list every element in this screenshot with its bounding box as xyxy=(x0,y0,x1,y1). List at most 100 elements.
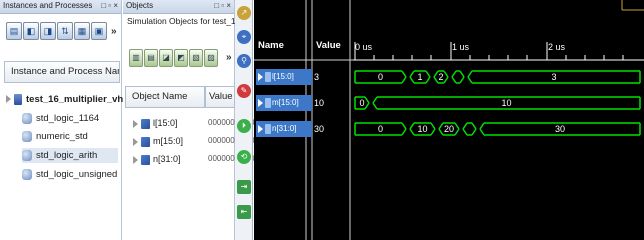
signal-row[interactable]: n[31:0] 30 xyxy=(254,119,352,139)
signal-value: 30 xyxy=(314,124,325,134)
instances-panel: Instances and Processes □ ▫ × ▤ ◧ ◨ ⇅ ▦ … xyxy=(0,0,129,240)
wave-segment-label: 3 xyxy=(551,72,556,82)
signal-name[interactable]: n[31:0] xyxy=(256,121,312,137)
output-icon[interactable]: ◩ xyxy=(174,49,188,67)
wave-segment-label: 10 xyxy=(501,98,511,108)
tree-item-label: std_logic_arith xyxy=(36,150,98,161)
expand-arrow-icon[interactable] xyxy=(133,137,138,146)
signal-icon xyxy=(265,124,271,134)
run-icon[interactable]: ⏵ xyxy=(237,119,251,133)
pointer-icon[interactable]: ↗ xyxy=(237,6,251,20)
instances-column-header[interactable]: Instance and Process Name xyxy=(4,61,120,83)
tree-item-label: std_logic_1164 xyxy=(36,113,100,124)
objects-window-controls[interactable]: □ ▫ × xyxy=(214,0,231,12)
constant-icon[interactable]: ▨ xyxy=(204,49,218,67)
tree-item-label: numeric_std xyxy=(36,131,88,142)
objects-subtitle: Simulation Objects for test_16_... xyxy=(127,16,253,26)
signal-icon xyxy=(141,118,150,129)
expand-arrow-icon[interactable] xyxy=(6,95,11,104)
wave-segment-label: 20 xyxy=(444,124,454,134)
instances-panel-title: Instances and Processes □ ▫ × xyxy=(0,0,121,14)
signal-icon xyxy=(265,98,271,108)
wave-segment-label: 2 xyxy=(438,72,443,82)
object-row[interactable]: m[15:0] 0000000000001010 xyxy=(123,133,279,149)
internal-icon[interactable]: ▧ xyxy=(189,49,203,67)
time-label: 0 us xyxy=(355,42,373,52)
object-name-header[interactable]: Object Name xyxy=(125,86,205,108)
wave-segment xyxy=(451,70,465,84)
input-icon[interactable]: ◪ xyxy=(159,49,173,67)
signal-filter-icon[interactable]: ▤ xyxy=(144,49,158,67)
objects-title-text: Objects xyxy=(126,1,154,10)
signal-row[interactable]: l[15:0] 3 xyxy=(254,67,352,87)
filter-icon[interactable]: ◨ xyxy=(40,22,56,40)
signal-name-text: m[15:0] xyxy=(272,98,299,107)
sort-icon[interactable]: ⇅ xyxy=(57,22,73,40)
wave-segment-label: 10 xyxy=(417,124,427,134)
signal-row[interactable]: m[15:0] 10 xyxy=(254,93,352,113)
instances-title-text: Instances and Processes xyxy=(3,1,93,10)
wave-name-header: Name xyxy=(258,40,284,51)
add-wave-icon[interactable]: ▥ xyxy=(129,49,143,67)
package-icon xyxy=(22,168,32,180)
tree-item-top[interactable]: test_16_multiplier_vhd xyxy=(6,92,129,107)
tree-item-label: test_16_multiplier_vhd xyxy=(26,94,129,105)
expand-arrow-icon[interactable] xyxy=(258,73,263,81)
time-label: 1 us xyxy=(452,42,470,52)
objects-panel-title: Objects □ ▫ × xyxy=(123,0,234,14)
object-name: n[31:0] xyxy=(153,154,181,164)
objects-toolbar: ▥ ▤ ◪ ◩ ▧ ▨ xyxy=(129,49,218,71)
tree-item[interactable]: std_logic_unsigned xyxy=(22,167,117,182)
package-icon xyxy=(22,149,32,161)
wave-segment-label: 1 xyxy=(417,72,422,82)
package-icon xyxy=(22,130,32,142)
expand-arrow-icon[interactable] xyxy=(258,99,263,107)
object-value-header[interactable]: Value xyxy=(205,86,235,108)
signal-icon xyxy=(141,136,150,147)
expand-arrow-icon[interactable] xyxy=(133,155,138,164)
view-icon[interactable]: ▤ xyxy=(6,22,22,40)
time-label: 2 us xyxy=(548,42,566,52)
object-row[interactable]: n[31:0] 00000000000000000000000000011110 xyxy=(123,151,349,167)
rtl-icon[interactable]: ▦ xyxy=(74,22,90,40)
tree-item-label: std_logic_unsigned xyxy=(36,169,118,180)
instances-window-controls[interactable]: □ ▫ × xyxy=(101,0,118,12)
instances-overflow-icon[interactable]: » xyxy=(111,26,117,37)
wave-value-header: Value xyxy=(316,40,341,51)
cursor-icon[interactable]: ✎ xyxy=(237,84,251,98)
wave-segment-label: 0 xyxy=(359,98,364,108)
waveform-viewer: 0 1 2 3 0 10 0 10 20 30 Name Value 0 us 1 us 2 us… xyxy=(254,0,644,240)
expand-icon[interactable]: ◧ xyxy=(23,22,39,40)
object-name: l[15:0] xyxy=(153,118,178,128)
tree-item-selected[interactable]: std_logic_arith xyxy=(22,148,118,163)
restart-icon[interactable]: ⟲ xyxy=(237,150,251,164)
marker-icon[interactable]: ⌖ xyxy=(237,30,251,44)
signal-icon xyxy=(141,154,150,165)
object-name: m[15:0] xyxy=(153,136,184,146)
wave-segment-label: 30 xyxy=(555,124,565,134)
objects-panel: Objects □ ▫ × Simulation Objects for tes… xyxy=(123,0,349,240)
expand-arrow-icon[interactable] xyxy=(258,125,263,133)
tree-item[interactable]: std_logic_1164 xyxy=(22,111,99,126)
instances-toolbar: ▤ ◧ ◨ ⇅ ▦ ▣ xyxy=(6,22,107,44)
objects-overflow-icon[interactable]: » xyxy=(226,52,232,63)
step-icon[interactable]: ⇥ xyxy=(237,180,251,194)
wave-toolbar: ↗ ⌖ ⚲ ✎ ⏵ ⟲ ⇥ ⇤ xyxy=(235,0,253,240)
signal-value: 10 xyxy=(314,98,325,108)
expand-arrow-icon[interactable] xyxy=(133,119,138,128)
doc-icon[interactable]: ▣ xyxy=(91,22,107,40)
signal-icon xyxy=(265,72,271,82)
zoom-icon[interactable]: ⚲ xyxy=(237,54,251,68)
chip-icon xyxy=(14,93,22,105)
signal-name[interactable]: l[15:0] xyxy=(256,69,312,85)
wave-segment-label: 0 xyxy=(378,72,383,82)
object-row[interactable]: l[15:0] 0000000000000011 xyxy=(123,115,279,131)
signal-name-text: n[31:0] xyxy=(272,124,297,133)
step-back-icon[interactable]: ⇤ xyxy=(237,205,251,219)
signal-name[interactable]: m[15:0] xyxy=(256,95,312,111)
tree-item[interactable]: numeric_std xyxy=(22,129,88,144)
signal-name-text: l[15:0] xyxy=(272,72,294,81)
signal-value: 3 xyxy=(314,72,320,82)
wave-segment xyxy=(462,122,477,136)
package-icon xyxy=(22,112,32,124)
